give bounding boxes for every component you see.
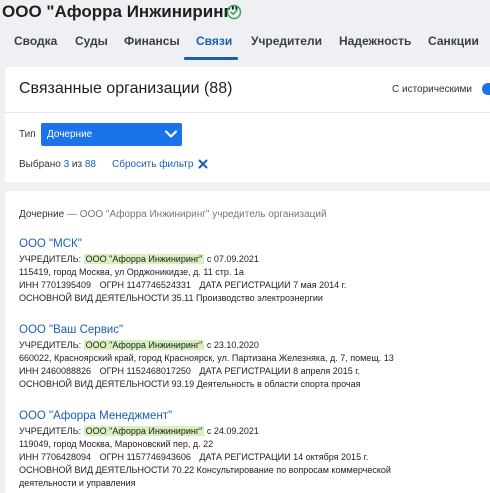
inn-value: 2460088826 [40,366,92,376]
tab-courts[interactable]: Суды [75,34,108,48]
inn-label: ИНН [19,452,39,462]
organization-name-link[interactable]: ООО "МСК" [19,237,489,253]
type-filter-label: Тип [19,129,36,140]
registration-line: ИНН 7701395409 ОГРН 1147746524331 ДАТА Р… [19,279,489,292]
founder-label: УЧРЕДИТЕЛЬ: [19,340,82,350]
activity-label: ОСНОВНОЙ ВИД ДЕЯТЕЛЬНОСТИ [19,379,170,389]
founder-label: УЧРЕДИТЕЛЬ: [19,426,82,436]
section-separator [5,182,490,191]
ogrn-value: 1157746943606 [126,452,191,462]
registration-line: ИНН 2460088826 ОГРН 1152468017250 ДАТА Р… [19,365,489,378]
registration-line: ИНН 7706428094 ОГРН 1157746943606 ДАТА Р… [19,451,489,464]
section-title: Связанные организации (88) [19,80,233,97]
founder-since: с 07.09.2021 [206,254,259,264]
list-item: ООО "Афорра Менеджмент" УЧРЕДИТЕЛЬ: ООО … [19,409,489,490]
tab-summary[interactable]: Сводка [14,34,57,48]
activity-value: 35.11 Производство электроэнергии [171,293,323,303]
selected-count[interactable]: 3 [64,159,70,170]
founder-name[interactable]: ООО "Афорра Инжиниринг" [83,426,205,436]
divider [5,112,490,113]
founder-name[interactable]: ООО "Афорра Инжиниринг" [83,340,205,350]
activity-line: ОСНОВНОЙ ВИД ДЕЯТЕЛЬНОСТИ 35.11 Производ… [19,292,489,305]
activity-line: ОСНОВНОЙ ВИД ДЕЯТЕЛЬНОСТИ 70.22 Консульт… [19,464,489,477]
group-heading: Дочерние — ООО "Афорра Инжиниринг" учред… [19,209,327,220]
selected-count-text: Выбрано 3 из 88 [19,159,96,170]
selected-prefix: Выбрано [19,159,61,170]
tab-connections[interactable]: Связи [196,34,232,48]
founder-line: УЧРЕДИТЕЛЬ: ООО "Афорра Инжиниринг" с 23… [19,339,489,352]
reg-label: ДАТА РЕГИСТРАЦИИ [199,452,291,462]
tab-finance[interactable]: Финансы [124,34,180,48]
activity-label: ОСНОВНОЙ ВИД ДЕЯТЕЛЬНОСТИ [19,465,170,475]
active-tab-indicator [184,57,238,60]
ogrn-label: ОГРН [99,452,124,462]
activity-label: ОСНОВНОЙ ВИД ДЕЯТЕЛЬНОСТИ [19,293,170,303]
group-title: Дочерние [19,209,65,220]
type-select[interactable]: Дочерние [41,123,182,146]
ogrn-value: 1147746524331 [126,280,191,290]
verified-check-icon [226,4,242,20]
related-organizations-card: Связанные организации (88) С исторически… [5,67,490,493]
inn-value: 7701395409 [40,280,92,290]
type-select-value: Дочерние [47,129,93,140]
founder-since: с 24.09.2021 [206,426,259,436]
close-icon[interactable] [198,159,208,169]
tab-bar: Сводка Суды Финансы Связи Учредители Над… [0,28,490,60]
address: 115419, город Москва, ул Орджоникидзе, д… [19,267,244,277]
ogrn-label: ОГРН [99,280,124,290]
activity-line: ОСНОВНОЙ ВИД ДЕЯТЕЛЬНОСТИ 93.19 Деятельн… [19,378,489,391]
reset-filter-button[interactable]: Сбросить фильтр [112,159,193,170]
company-title: ООО "Афорра Инжиниринг" [2,2,239,21]
founder-line: УЧРЕДИТЕЛЬ: ООО "Афорра Инжиниринг" с 24… [19,425,489,438]
ogrn-value: 1152468017250 [126,366,191,376]
list-item: ООО "Ваш Сервис" УЧРЕДИТЕЛЬ: ООО "Афорра… [19,323,489,391]
address: 660022, Красноярский край, город Красноя… [19,353,394,363]
company-header: ООО "Афорра Инжиниринг" Сводка Суды Фина… [0,0,490,62]
selected-of: из [71,159,83,170]
founder-line: УЧРЕДИТЕЛЬ: ООО "Афорра Инжиниринг" с 07… [19,253,489,266]
selected-total[interactable]: 88 [85,159,96,170]
inn-value: 7706428094 [40,452,92,462]
list-item: ООО "МСК" УЧРЕДИТЕЛЬ: ООО "Афорра Инжини… [19,237,489,305]
tab-reliability[interactable]: Надежность [339,34,411,48]
organization-name-link[interactable]: ООО "Афорра Менеджмент" [19,409,489,425]
tab-sanctions[interactable]: Санкции [428,34,479,48]
address: 119049, город Москва, Мароновский пер, д… [19,439,214,449]
organization-name-link[interactable]: ООО "Ваш Сервис" [19,323,489,339]
activity-value: 70.22 Консультирование по вопросам комме… [171,465,391,475]
activity-value: 93.19 Деятельность в области спорта проч… [171,379,361,389]
reg-date: 7 мая 2014 г. [293,280,347,290]
inn-label: ИНН [19,366,39,376]
ogrn-label: ОГРН [99,366,124,376]
chevron-down-icon [165,130,177,138]
activity-continuation: деятельности и управления [19,478,136,488]
group-subtitle: — ООО "Афорра Инжиниринг" учредитель орг… [67,209,327,220]
reg-label: ДАТА РЕГИСТРАЦИИ [199,280,291,290]
reg-date: 14 октября 2015 г. [293,452,369,462]
founder-since: с 23.10.2020 [206,340,259,350]
founder-label: УЧРЕДИТЕЛЬ: [19,254,82,264]
historical-toggle[interactable] [482,83,490,95]
founder-name[interactable]: ООО "Афорра Инжиниринг" [83,254,205,264]
reg-label: ДАТА РЕГИСТРАЦИИ [199,366,291,376]
tab-founders[interactable]: Учредители [251,34,322,48]
inn-label: ИНН [19,280,39,290]
reg-date: 8 апреля 2015 г. [293,366,360,376]
historical-toggle-label: С историческими [392,84,472,95]
